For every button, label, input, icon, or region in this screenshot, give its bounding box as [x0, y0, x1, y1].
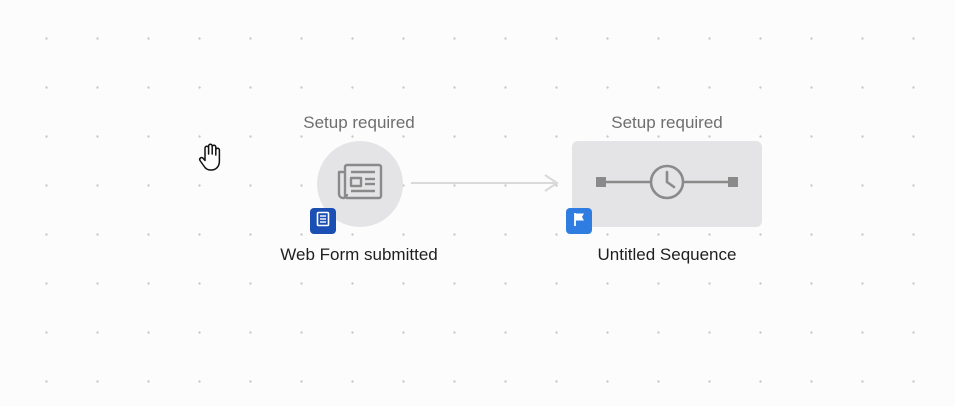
- hand-grab-icon: [196, 141, 228, 178]
- flag-badge: [566, 208, 592, 234]
- sequence-status-label: Setup required: [611, 113, 723, 132]
- sequence-node[interactable]: [572, 141, 762, 227]
- clock-timeline-icon: [592, 160, 742, 209]
- flag-icon: [571, 211, 587, 232]
- arrow-right-icon: [411, 174, 559, 192]
- sequence-node-label[interactable]: Untitled Sequence: [598, 245, 737, 265]
- workflow-canvas[interactable]: Setup required Web Form submitted Setup …: [0, 0, 955, 406]
